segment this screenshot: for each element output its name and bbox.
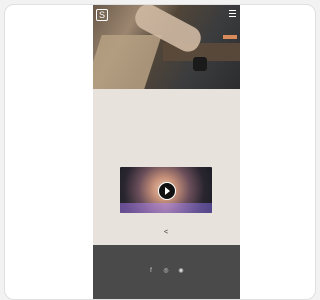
mobile-page-preview: S < f ◎ ◉ (93, 5, 240, 299)
play-icon[interactable] (158, 182, 176, 200)
globe-icon[interactable]: ◉ (177, 267, 185, 275)
facebook-icon[interactable]: f (147, 267, 155, 275)
share-icon[interactable]: < (162, 229, 170, 237)
video-player[interactable] (120, 167, 212, 213)
hamburger-menu-icon[interactable] (229, 10, 236, 17)
instagram-icon[interactable]: ◎ (162, 267, 170, 275)
footer: f ◎ ◉ (93, 245, 240, 299)
brand-logo[interactable]: S (96, 9, 108, 21)
hero-image: S (93, 5, 240, 89)
